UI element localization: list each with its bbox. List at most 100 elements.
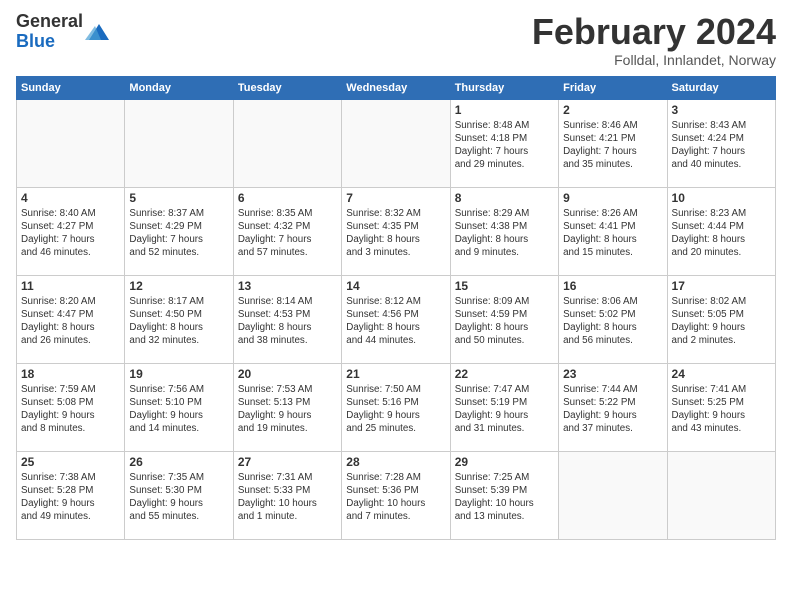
logo: General Blue — [16, 12, 109, 52]
day-number: 20 — [238, 367, 337, 381]
calendar-cell: 1 Sunrise: 8:48 AMSunset: 4:18 PMDaylight… — [450, 99, 558, 187]
day-info: Sunrise: 8:12 AMSunset: 4:56 PMDaylight:… — [346, 295, 445, 348]
day-number: 14 — [346, 279, 445, 293]
calendar-cell: 20 Sunrise: 7:53 AMSunset: 5:13 PMDayligh… — [233, 363, 341, 451]
day-number: 4 — [21, 191, 120, 205]
day-number: 18 — [21, 367, 120, 381]
day-info: Sunrise: 8:17 AMSunset: 4:50 PMDaylight:… — [129, 295, 228, 348]
day-number: 12 — [129, 279, 228, 293]
calendar-cell: 28Sunrise: 7:28 AMSunset: 5:36 PMDayligh… — [342, 451, 450, 539]
day-info: Sunrise: 8:23 AMSunset: 4:44 PMDaylight:… — [672, 207, 771, 260]
weekday-header: Thursday — [450, 76, 558, 99]
calendar-cell: 15 Sunrise: 8:09 AMSunset: 4:59 PMDayligh… — [450, 275, 558, 363]
day-info: Sunrise: 7:35 AMSunset: 5:30 PMDaylight:… — [129, 471, 228, 524]
day-number: 15 — [455, 279, 554, 293]
calendar-cell: 26 Sunrise: 7:35 AMSunset: 5:30 PMDayligh… — [125, 451, 233, 539]
day-number: 7 — [346, 191, 445, 205]
day-number: 29 — [455, 455, 554, 469]
day-info: Sunrise: 8:29 AMSunset: 4:38 PMDaylight:… — [455, 207, 554, 260]
day-info: Sunrise: 8:40 AMSunset: 4:27 PMDaylight:… — [21, 207, 120, 260]
day-info: Sunrise: 8:26 AMSunset: 4:41 PMDaylight:… — [563, 207, 662, 260]
logo-general: General — [16, 11, 83, 31]
day-number: 17 — [672, 279, 771, 293]
day-info: Sunrise: 8:46 AMSunset: 4:21 PMDaylight:… — [563, 119, 662, 172]
calendar-cell — [342, 99, 450, 187]
calendar-cell: 25 Sunrise: 7:38 AMSunset: 5:28 PMDayligh… — [17, 451, 125, 539]
day-info: Sunrise: 8:14 AMSunset: 4:53 PMDaylight:… — [238, 295, 337, 348]
day-info: Sunrise: 7:56 AMSunset: 5:10 PMDaylight:… — [129, 383, 228, 436]
calendar-week-row: 1 Sunrise: 8:48 AMSunset: 4:18 PMDaylight… — [17, 99, 776, 187]
calendar-cell: 22 Sunrise: 7:47 AMSunset: 5:19 PMDayligh… — [450, 363, 558, 451]
day-info: Sunrise: 7:25 AMSunset: 5:39 PMDaylight:… — [455, 471, 554, 524]
calendar-week-row: 25 Sunrise: 7:38 AMSunset: 5:28 PMDayligh… — [17, 451, 776, 539]
calendar-week-row: 4 Sunrise: 8:40 AMSunset: 4:27 PMDaylight… — [17, 187, 776, 275]
day-number: 1 — [455, 103, 554, 117]
calendar-cell: 3 Sunrise: 8:43 AMSunset: 4:24 PMDaylight… — [667, 99, 775, 187]
calendar-week-row: 18Sunrise: 7:59 AMSunset: 5:08 PMDayligh… — [17, 363, 776, 451]
calendar-cell: 24Sunrise: 7:41 AMSunset: 5:25 PMDayligh… — [667, 363, 775, 451]
location: Folldal, Innlandet, Norway — [532, 52, 776, 68]
day-info: Sunrise: 8:09 AMSunset: 4:59 PMDaylight:… — [455, 295, 554, 348]
weekday-header: Sunday — [17, 76, 125, 99]
day-number: 27 — [238, 455, 337, 469]
calendar-cell: 21Sunrise: 7:50 AMSunset: 5:16 PMDayligh… — [342, 363, 450, 451]
page-header: General Blue February 2024 Folldal, Innl… — [16, 12, 776, 68]
day-number: 19 — [129, 367, 228, 381]
day-info: Sunrise: 8:35 AMSunset: 4:32 PMDaylight:… — [238, 207, 337, 260]
day-number: 16 — [563, 279, 662, 293]
day-info: Sunrise: 7:38 AMSunset: 5:28 PMDaylight:… — [21, 471, 120, 524]
calendar-cell: 18Sunrise: 7:59 AMSunset: 5:08 PMDayligh… — [17, 363, 125, 451]
weekday-header: Friday — [559, 76, 667, 99]
day-number: 25 — [21, 455, 120, 469]
day-info: Sunrise: 8:48 AMSunset: 4:18 PMDaylight:… — [455, 119, 554, 172]
calendar-cell — [559, 451, 667, 539]
day-number: 28 — [346, 455, 445, 469]
calendar-cell: 5 Sunrise: 8:37 AMSunset: 4:29 PMDaylight… — [125, 187, 233, 275]
day-info: Sunrise: 8:32 AMSunset: 4:35 PMDaylight:… — [346, 207, 445, 260]
day-info: Sunrise: 7:44 AMSunset: 5:22 PMDaylight:… — [563, 383, 662, 436]
day-number: 13 — [238, 279, 337, 293]
day-info: Sunrise: 7:31 AMSunset: 5:33 PMDaylight:… — [238, 471, 337, 524]
day-number: 8 — [455, 191, 554, 205]
calendar-table: SundayMondayTuesdayWednesdayThursdayFrid… — [16, 76, 776, 540]
day-number: 26 — [129, 455, 228, 469]
day-number: 5 — [129, 191, 228, 205]
day-info: Sunrise: 7:53 AMSunset: 5:13 PMDaylight:… — [238, 383, 337, 436]
logo-blue: Blue — [16, 31, 55, 51]
logo-icon — [85, 22, 109, 42]
month-title: February 2024 — [532, 12, 776, 52]
calendar-cell — [233, 99, 341, 187]
calendar-cell: 11 Sunrise: 8:20 AMSunset: 4:47 PMDayligh… — [17, 275, 125, 363]
day-number: 23 — [563, 367, 662, 381]
weekday-header: Wednesday — [342, 76, 450, 99]
calendar-cell: 8 Sunrise: 8:29 AMSunset: 4:38 PMDaylight… — [450, 187, 558, 275]
calendar-header-row: SundayMondayTuesdayWednesdayThursdayFrid… — [17, 76, 776, 99]
day-number: 2 — [563, 103, 662, 117]
calendar-cell: 29 Sunrise: 7:25 AMSunset: 5:39 PMDayligh… — [450, 451, 558, 539]
calendar-cell — [17, 99, 125, 187]
day-number: 22 — [455, 367, 554, 381]
title-block: February 2024 Folldal, Innlandet, Norway — [532, 12, 776, 68]
day-number: 3 — [672, 103, 771, 117]
calendar-cell: 19 Sunrise: 7:56 AMSunset: 5:10 PMDayligh… — [125, 363, 233, 451]
weekday-header: Monday — [125, 76, 233, 99]
calendar-cell: 4 Sunrise: 8:40 AMSunset: 4:27 PMDaylight… — [17, 187, 125, 275]
day-info: Sunrise: 8:02 AMSunset: 5:05 PMDaylight:… — [672, 295, 771, 348]
day-info: Sunrise: 8:37 AMSunset: 4:29 PMDaylight:… — [129, 207, 228, 260]
calendar-cell: 27 Sunrise: 7:31 AMSunset: 5:33 PMDayligh… — [233, 451, 341, 539]
day-info: Sunrise: 7:47 AMSunset: 5:19 PMDaylight:… — [455, 383, 554, 436]
calendar-cell — [667, 451, 775, 539]
calendar-cell: 6 Sunrise: 8:35 AMSunset: 4:32 PMDaylight… — [233, 187, 341, 275]
day-info: Sunrise: 8:43 AMSunset: 4:24 PMDaylight:… — [672, 119, 771, 172]
calendar-cell: 12 Sunrise: 8:17 AMSunset: 4:50 PMDayligh… — [125, 275, 233, 363]
day-number: 6 — [238, 191, 337, 205]
day-info: Sunrise: 8:20 AMSunset: 4:47 PMDaylight:… — [21, 295, 120, 348]
day-number: 10 — [672, 191, 771, 205]
day-info: Sunrise: 8:06 AMSunset: 5:02 PMDaylight:… — [563, 295, 662, 348]
day-number: 9 — [563, 191, 662, 205]
calendar-cell: 17 Sunrise: 8:02 AMSunset: 5:05 PMDayligh… — [667, 275, 775, 363]
calendar-cell: 7 Sunrise: 8:32 AMSunset: 4:35 PMDaylight… — [342, 187, 450, 275]
day-number: 11 — [21, 279, 120, 293]
calendar-week-row: 11 Sunrise: 8:20 AMSunset: 4:47 PMDayligh… — [17, 275, 776, 363]
day-info: Sunrise: 7:41 AMSunset: 5:25 PMDaylight:… — [672, 383, 771, 436]
